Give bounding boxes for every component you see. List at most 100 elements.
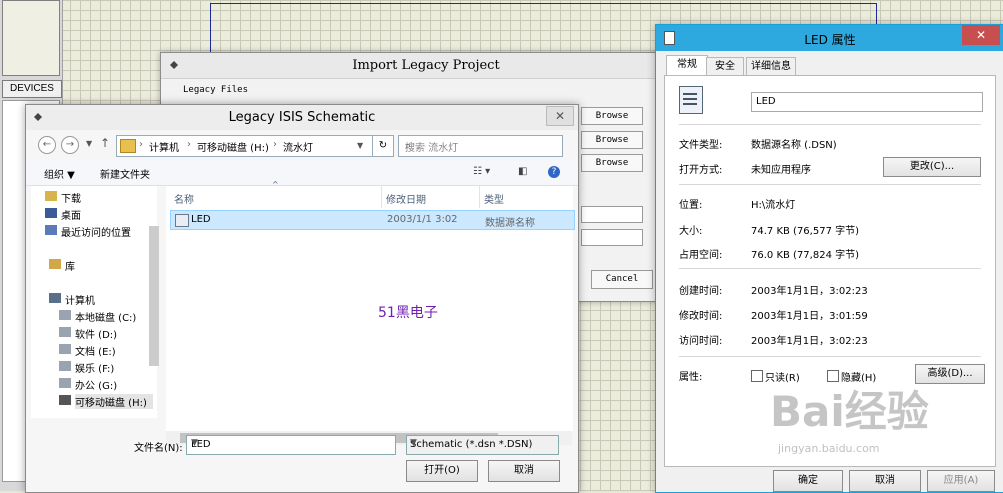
sidebar-item-drive-c[interactable]: 本地磁盘 (C:) — [59, 309, 137, 324]
sidebar-item-drive-h[interactable]: 可移动磁盘 (H:) — [59, 394, 153, 409]
file-row[interactable]: LED 2003/1/1 3:02 数据源名称 — [170, 210, 575, 230]
sidebar-item-label: 本地磁盘 (C:) — [75, 313, 137, 324]
refresh-icon[interactable]: ↻ — [372, 135, 394, 157]
file-icon — [679, 86, 703, 114]
close-icon[interactable]: ✕ — [962, 25, 1000, 45]
sidebar-item-label: 可移动磁盘 (H:) — [75, 398, 147, 409]
modified-value: 2003年1月1日，3:01:59 — [751, 311, 868, 322]
ok-button[interactable]: 确定 — [773, 470, 843, 492]
filename-input[interactable]: LED ▼ — [186, 435, 396, 455]
dsn-file-icon — [175, 214, 189, 227]
organize-menu[interactable]: 组织 ▼ — [44, 166, 75, 181]
created-value: 2003年1月1日，3:02:23 — [751, 286, 868, 297]
accessed-value: 2003年1月1日，3:02:23 — [751, 336, 868, 347]
chevron-down-icon[interactable]: ▼ — [191, 438, 391, 448]
file-type: 数据源名称 — [485, 218, 535, 229]
import-title: Import Legacy Project — [352, 58, 500, 73]
change-button[interactable]: 更改(C)... — [883, 157, 981, 177]
sidebar-item-drive-d[interactable]: 软件 (D:) — [59, 326, 117, 341]
sidebar-item-label: 娱乐 (F:) — [75, 364, 115, 375]
browse-button-2[interactable]: Browse — [581, 131, 643, 149]
divider — [679, 268, 981, 269]
sidebar-item-label: 计算机 — [65, 296, 95, 307]
new-folder-button[interactable]: 新建文件夹 — [100, 166, 150, 181]
accessed-label: 访问时间: — [679, 336, 723, 347]
open-with-label: 打开方式: — [679, 165, 723, 176]
view-options-icon[interactable]: ☷ ▾ — [473, 166, 490, 177]
drive-icon — [59, 344, 71, 354]
sidebar-item-drive-e[interactable]: 文档 (E:) — [59, 343, 116, 358]
tab-details[interactable]: 详细信息 — [746, 57, 796, 76]
preview-pane-icon[interactable]: ◧ — [518, 166, 527, 177]
removable-drive-icon — [59, 395, 71, 405]
filetype-select[interactable]: Schematic (*.dsn *.DSN) ▼ — [406, 435, 559, 455]
sidebar-item-computer[interactable]: 计算机 — [49, 292, 95, 307]
column-divider — [381, 186, 382, 208]
sidebar-item-label: 文档 (E:) — [75, 347, 116, 358]
forward-arrow-icon[interactable]: → — [61, 136, 79, 154]
column-header-type[interactable]: 类型 — [484, 191, 504, 206]
tab-general[interactable]: 常规 — [666, 55, 708, 76]
breadcrumb-separator: › — [273, 139, 277, 150]
import-field-2[interactable] — [581, 229, 643, 246]
import-field-1[interactable] — [581, 206, 643, 223]
command-bar: 组织 ▼ 新建文件夹 ☷ ▾ ◧ ? — [26, 161, 578, 186]
search-input[interactable]: 搜索 流水灯 ⌕ — [398, 135, 563, 157]
browse-button-1[interactable]: Browse — [581, 107, 643, 125]
breadcrumb-folder[interactable]: 流水灯 — [283, 139, 313, 154]
library-icon — [49, 259, 61, 269]
sidebar-item-drive-f[interactable]: 娱乐 (F:) — [59, 360, 115, 375]
column-header-date[interactable]: 修改日期 — [386, 191, 426, 206]
devices-label[interactable]: DEVICES — [2, 80, 62, 98]
sidebar-scrollbar[interactable] — [149, 226, 159, 366]
sidebar-item-recent[interactable]: 最近访问的位置 — [45, 224, 131, 239]
location-label: 位置: — [679, 200, 703, 211]
download-folder-icon — [45, 191, 57, 201]
import-titlebar: Import Legacy Project — [161, 53, 691, 79]
address-bar[interactable]: › 计算机 › 可移动磁盘 (H:) › 流水灯 ▼ — [116, 135, 374, 157]
breadcrumb-drive[interactable]: 可移动磁盘 (H:) — [197, 139, 269, 154]
chevron-down-icon[interactable]: ▼ — [410, 438, 554, 448]
open-button[interactable]: 打开(O) — [406, 460, 478, 482]
baidu-jingyan-watermark: Bai经验 — [770, 387, 929, 436]
properties-titlebar: LED 属性 ✕ — [656, 25, 1003, 51]
cancel-button[interactable]: 取消 — [488, 460, 560, 482]
size-label: 大小: — [679, 226, 703, 237]
sort-up-icon: ^ — [272, 180, 279, 189]
navigation-bar: ← → ▼ ↑ › 计算机 › 可移动磁盘 (H:) › 流水灯 ▼ ↻ 搜索 … — [26, 133, 578, 157]
breadcrumb-computer[interactable]: 计算机 — [149, 139, 179, 154]
up-arrow-icon[interactable]: ↑ — [100, 136, 110, 150]
readonly-checkbox[interactable] — [751, 370, 763, 382]
help-icon[interactable]: ? — [548, 166, 560, 178]
sidebar-item-drive-g[interactable]: 办公 (G:) — [59, 377, 117, 392]
drive-icon — [59, 378, 71, 388]
disk-size-label: 占用空间: — [679, 250, 723, 261]
chevron-down-icon[interactable]: ▼ — [357, 141, 363, 150]
browse-button-3[interactable]: Browse — [581, 154, 643, 172]
watermark-url: jingyan.baidu.com — [778, 442, 880, 455]
divider — [679, 184, 981, 185]
overview-window — [2, 0, 60, 76]
close-icon[interactable]: ✕ — [546, 106, 574, 126]
apply-button[interactable]: 应用(A) — [927, 470, 995, 492]
disk-size-value: 76.0 KB (77,824 字节) — [751, 250, 860, 261]
column-header-name[interactable]: 名称 — [174, 191, 194, 206]
sidebar-item-label: 库 — [65, 262, 75, 273]
sidebar-item-downloads[interactable]: 下载 — [45, 190, 81, 205]
cancel-button[interactable]: 取消 — [849, 470, 921, 492]
import-cancel-button[interactable]: Cancel — [591, 270, 653, 289]
file-list: 名称 ^ 修改日期 类型 LED 2003/1/1 3:02 数据源名称 51黑… — [166, 180, 575, 431]
search-icon: ⌕ — [405, 139, 412, 152]
folder-icon — [120, 139, 136, 153]
sidebar-item-label: 桌面 — [61, 211, 81, 222]
file-name-field[interactable]: LED — [751, 92, 983, 112]
breadcrumb-separator: › — [187, 139, 191, 150]
back-arrow-icon[interactable]: ← — [38, 136, 56, 154]
chevron-down-icon[interactable]: ▼ — [86, 139, 92, 148]
tab-security[interactable]: 安全 — [706, 57, 744, 76]
file-date: 2003/1/1 3:02 — [387, 214, 458, 225]
sidebar-item-libraries[interactable]: 库 — [49, 258, 75, 273]
sidebar-item-desktop[interactable]: 桌面 — [45, 207, 81, 222]
navigation-pane: 下载 桌面 最近访问的位置 库 计算机 本地磁盘 (C:) 软件 (D:) 文档… — [31, 186, 159, 418]
modified-label: 修改时间: — [679, 311, 723, 322]
